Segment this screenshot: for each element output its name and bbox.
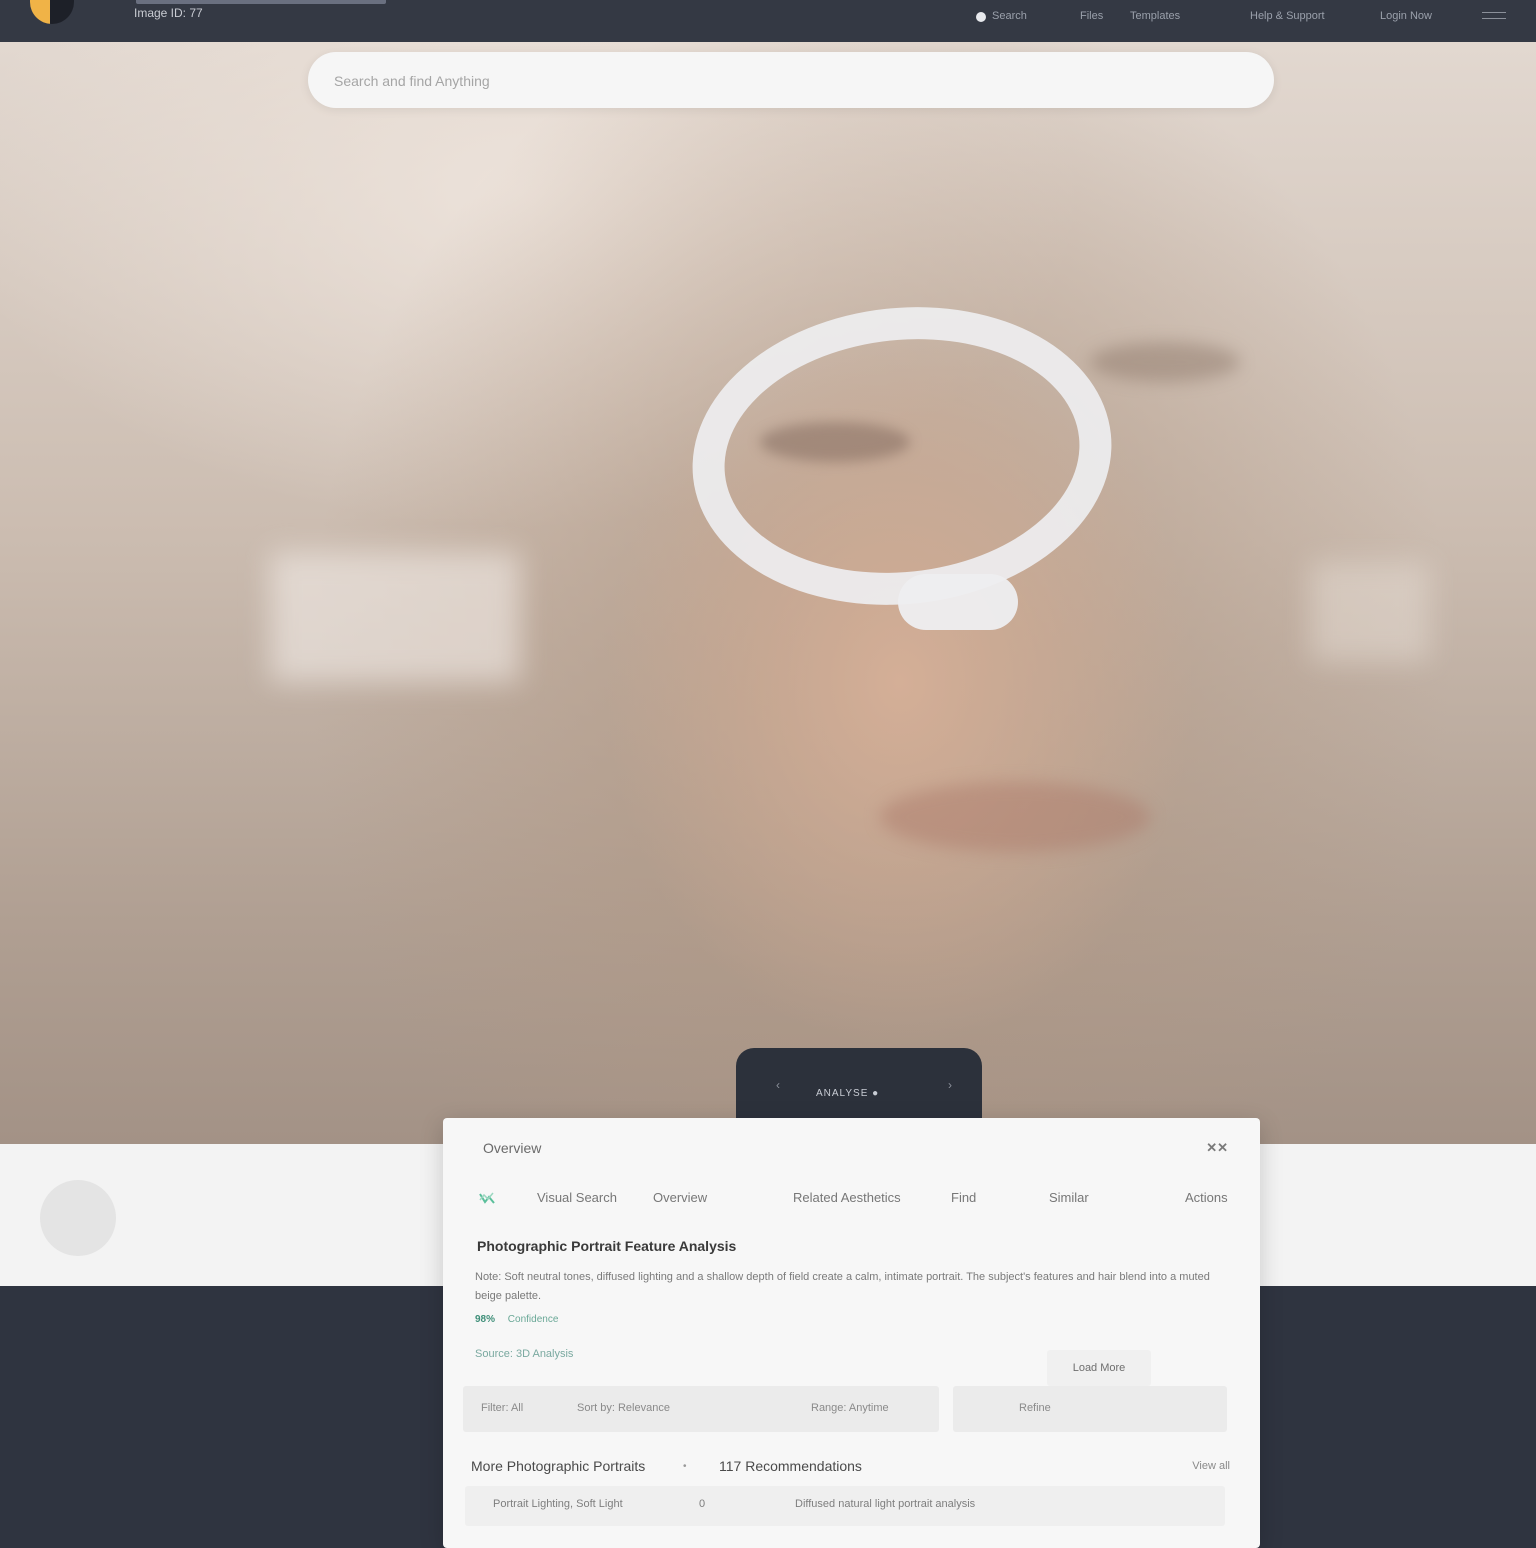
refine-box[interactable]: Refine — [953, 1386, 1227, 1432]
tab-actions[interactable]: Actions — [1185, 1190, 1228, 1205]
hero-shade-eye-right — [1090, 342, 1240, 382]
tab-similar[interactable]: Similar — [1049, 1190, 1089, 1205]
nav-item-files[interactable]: Files — [1080, 10, 1103, 22]
source-link[interactable]: Source: 3D Analysis — [475, 1348, 573, 1360]
overview-panel: Overview ✕✕ Visual Search Overview Relat… — [443, 1118, 1260, 1548]
separator-icon: • — [683, 1461, 687, 1472]
result-meta: 98% Confidence — [475, 1314, 558, 1325]
close-icon[interactable]: ✕✕ — [1206, 1140, 1228, 1156]
range-select[interactable]: Range: Anytime — [811, 1402, 889, 1414]
refine-button[interactable]: Refine — [1019, 1402, 1051, 1414]
list-item[interactable]: Portrait Lighting, Soft Light 0 Diffused… — [465, 1486, 1225, 1526]
hero-highlight-left — [270, 552, 520, 682]
confidence-score: 98% — [475, 1314, 496, 1325]
nav-item-templates[interactable]: Templates — [1130, 10, 1180, 22]
nav-item-search[interactable]: Search — [992, 10, 1027, 22]
nav-item-help[interactable]: Help & Support — [1250, 10, 1325, 22]
list-item-description: Diffused natural light portrait analysis — [795, 1498, 976, 1510]
hamburger-menu-icon[interactable] — [1482, 12, 1506, 26]
sort-by-select[interactable]: Sort by: Relevance — [577, 1402, 670, 1414]
tab-overview[interactable]: Overview — [653, 1190, 707, 1205]
chevron-right-icon[interactable]: › — [948, 1078, 952, 1092]
search-bar[interactable] — [308, 52, 1274, 108]
list-item-count: 0 — [699, 1498, 706, 1510]
view-all-link[interactable]: View all — [1192, 1460, 1230, 1472]
chevron-left-icon[interactable]: ‹ — [776, 1078, 780, 1092]
confidence-label: Confidence — [507, 1314, 559, 1325]
search-input[interactable] — [332, 66, 1236, 96]
analyse-tab-label: ANALYSE ● — [816, 1088, 880, 1099]
brand-logo[interactable] — [30, 0, 74, 24]
list-item-title: Portrait Lighting, Soft Light — [493, 1498, 623, 1510]
tab-find[interactable]: Find — [951, 1190, 976, 1205]
header-subtitle: Image ID: 77 — [134, 6, 203, 20]
top-bar: Image ID: 77 Search Files Templates Help… — [0, 0, 1536, 43]
magnifier-handle[interactable] — [898, 574, 1018, 630]
hero-highlight-right — [1310, 562, 1430, 662]
avatar[interactable] — [40, 1180, 116, 1256]
filter-all[interactable]: Filter: All — [481, 1402, 523, 1414]
result-description: Note: Soft neutral tones, diffused light… — [475, 1271, 1210, 1302]
section-count: 117 Recommendations — [719, 1458, 862, 1474]
nav-item-login[interactable]: Login Now — [1380, 10, 1432, 22]
load-more-button[interactable]: Load More — [1047, 1350, 1151, 1386]
section-title: More Photographic Portraits — [471, 1458, 646, 1474]
result-title[interactable]: Photographic Portrait Feature Analysis — [477, 1238, 736, 1254]
hero-portrait-image: ‹ ANALYSE ● › — [0, 42, 1536, 1144]
brand-name-bar — [136, 0, 386, 4]
tab-related-aesthetics[interactable]: Related Aesthetics — [793, 1190, 901, 1205]
hero-shade-lips — [880, 782, 1150, 852]
magnifier-ring-icon[interactable] — [677, 286, 1127, 626]
tab-visual-search[interactable]: Visual Search — [537, 1190, 617, 1205]
panel-title: Overview — [483, 1140, 542, 1156]
status-dot-icon — [976, 12, 986, 22]
filter-bar: Filter: All Sort by: Relevance Range: An… — [463, 1386, 939, 1432]
analytics-icon[interactable] — [479, 1190, 495, 1206]
